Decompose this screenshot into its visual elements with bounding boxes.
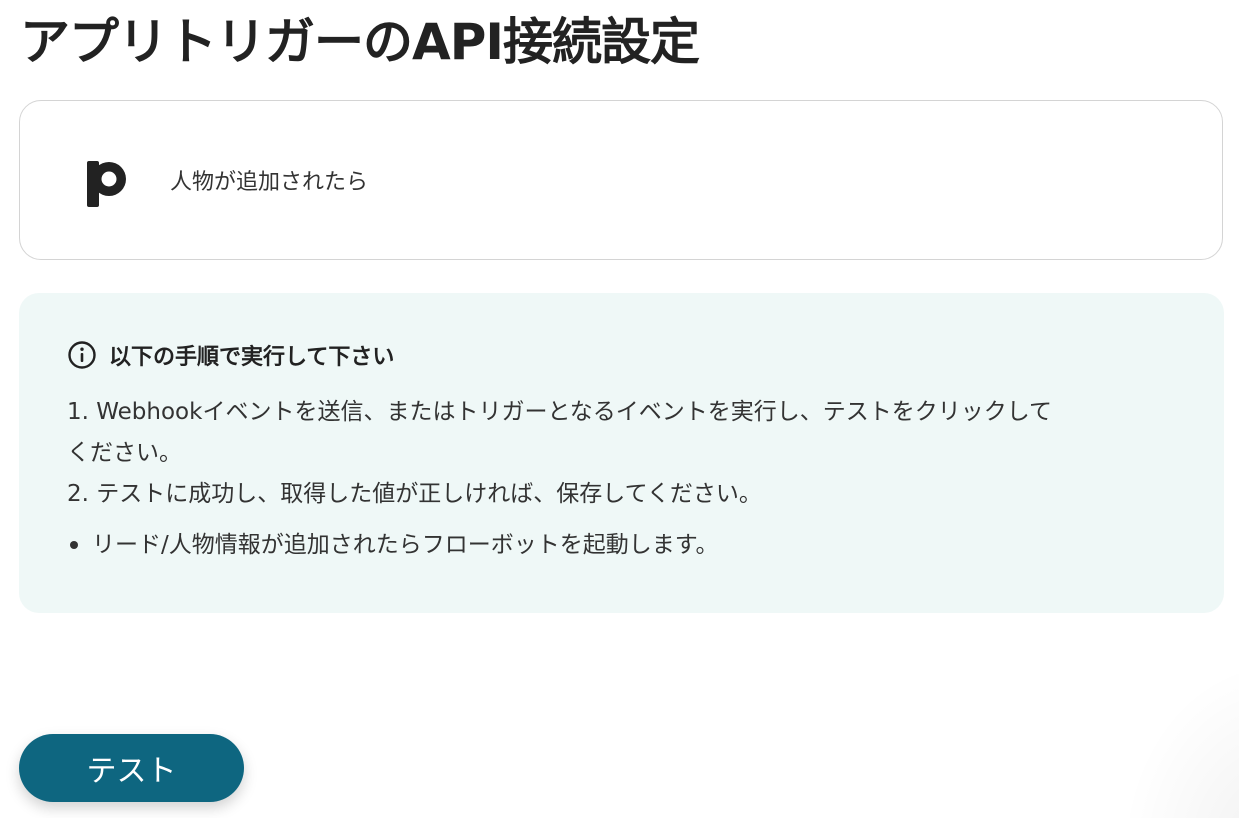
corner-shadow — [1119, 658, 1239, 818]
step-line: 1. Webhookイベントを送信、またはトリガーとなるイベントを実行し、テスト… — [67, 399, 1053, 425]
instructions-heading-text: 以下の手順で実行して下さい — [109, 345, 395, 370]
pipedrive-p-icon — [78, 150, 138, 210]
trigger-label: 人物が追加されたら — [170, 170, 369, 195]
note-text: リード/人物情報が追加されたらフローボットを起動します。 — [92, 532, 719, 558]
instructions-panel: 以下の手順で実行して下さい 1. Webhookイベントを送信、またはトリガーと… — [19, 293, 1224, 613]
info-circle-icon — [67, 340, 97, 370]
trigger-card: 人物が追加されたら — [19, 100, 1223, 260]
app-logo-glyph — [87, 161, 126, 207]
instructions-notes: リード/人物情報が追加されたらフローボットを起動します。 — [67, 529, 1176, 561]
page-title: アプリトリガーのAPI接続設定 — [20, 13, 700, 71]
step-line: ください。 — [67, 440, 182, 466]
test-button[interactable]: テスト — [19, 734, 244, 802]
list-item: リード/人物情報が追加されたらフローボットを起動します。 — [67, 529, 1176, 561]
instructions-steps: 1. Webhookイベントを送信、またはトリガーとなるイベントを実行し、テスト… — [67, 392, 1176, 515]
instructions-heading: 以下の手順で実行して下さい — [67, 338, 1176, 372]
api-connection-settings-page: アプリトリガーのAPI接続設定 人物が追加されたら 以下の手順で実行して下さい … — [0, 0, 1239, 818]
step-line: 2. テストに成功し、取得した値が正しければ、保存してください。 — [67, 481, 762, 507]
bullet-icon — [70, 541, 78, 549]
